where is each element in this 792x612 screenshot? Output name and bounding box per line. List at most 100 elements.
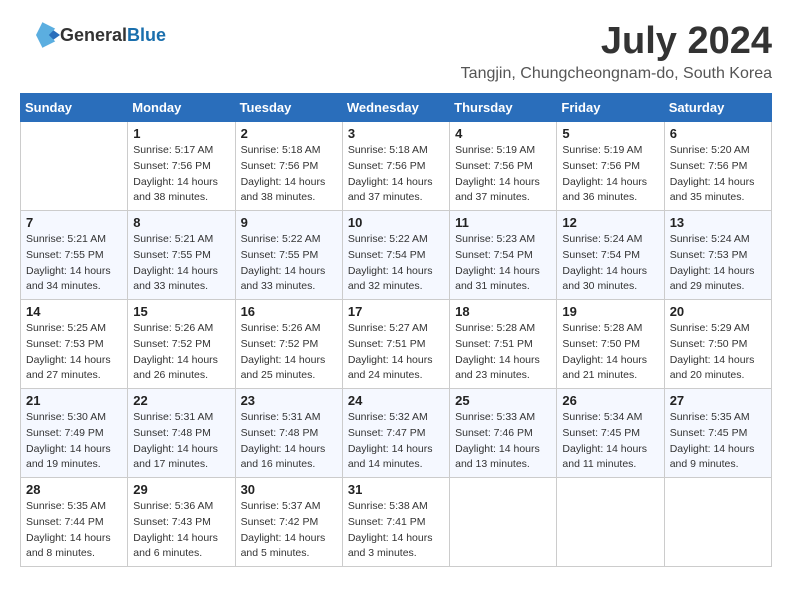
- day-info: Sunrise: 5:34 AM Sunset: 7:45 PM Dayligh…: [562, 410, 658, 473]
- day-number: 8: [133, 215, 229, 230]
- location-subtitle: Tangjin, Chungcheongnam-do, South Korea: [461, 65, 772, 83]
- day-info: Sunrise: 5:30 AM Sunset: 7:49 PM Dayligh…: [26, 410, 122, 473]
- day-info: Sunrise: 5:33 AM Sunset: 7:46 PM Dayligh…: [455, 410, 551, 473]
- table-row: 22 Sunrise: 5:31 AM Sunset: 7:48 PM Dayli…: [128, 389, 235, 478]
- table-row: 9 Sunrise: 5:22 AM Sunset: 7:55 PM Daylig…: [235, 211, 342, 300]
- day-number: 23: [241, 393, 337, 408]
- day-number: 21: [26, 393, 122, 408]
- header-friday: Friday: [557, 94, 664, 122]
- table-row: 2 Sunrise: 5:18 AM Sunset: 7:56 PM Daylig…: [235, 122, 342, 211]
- table-row: 6 Sunrise: 5:20 AM Sunset: 7:56 PM Daylig…: [664, 122, 771, 211]
- table-row: 14Sunrise: 5:25 AM Sunset: 7:53 PM Dayli…: [21, 300, 128, 389]
- day-info: Sunrise: 5:22 AM Sunset: 7:55 PM Dayligh…: [241, 232, 337, 295]
- day-info: Sunrise: 5:26 AM Sunset: 7:52 PM Dayligh…: [241, 321, 337, 384]
- day-number: 29: [133, 482, 229, 497]
- day-info: Sunrise: 5:21 AM Sunset: 7:55 PM Dayligh…: [133, 232, 229, 295]
- table-row: 10Sunrise: 5:22 AM Sunset: 7:54 PM Dayli…: [342, 211, 449, 300]
- day-number: 6: [670, 126, 766, 141]
- table-row: 13 Sunrise: 5:24 AM Sunset: 7:53 PM Dayli…: [664, 211, 771, 300]
- header-tuesday: Tuesday: [235, 94, 342, 122]
- day-info: Sunrise: 5:28 AM Sunset: 7:51 PM Dayligh…: [455, 321, 551, 384]
- table-row: 5 Sunrise: 5:19 AM Sunset: 7:56 PM Daylig…: [557, 122, 664, 211]
- table-row: [664, 478, 771, 567]
- day-info: Sunrise: 5:24 AM Sunset: 7:54 PM Dayligh…: [562, 232, 658, 295]
- header-wednesday: Wednesday: [342, 94, 449, 122]
- table-row: 7 Sunrise: 5:21 AM Sunset: 7:55 PM Daylig…: [21, 211, 128, 300]
- title-block: July 2024 Tangjin, Chungcheongnam-do, So…: [461, 20, 772, 83]
- logo-blue: Blue: [127, 25, 166, 45]
- day-number: 7: [26, 215, 122, 230]
- table-row: 8 Sunrise: 5:21 AM Sunset: 7:55 PM Daylig…: [128, 211, 235, 300]
- day-number: 19: [562, 304, 658, 319]
- day-number: 9: [241, 215, 337, 230]
- page-header: GeneralBlue July 2024 Tangjin, Chungcheo…: [20, 20, 772, 83]
- day-info: Sunrise: 5:25 AM Sunset: 7:53 PM Dayligh…: [26, 321, 122, 384]
- table-row: 29 Sunrise: 5:36 AM Sunset: 7:43 PM Dayli…: [128, 478, 235, 567]
- table-row: 12 Sunrise: 5:24 AM Sunset: 7:54 PM Dayli…: [557, 211, 664, 300]
- table-row: 1Sunrise: 5:17 AM Sunset: 7:56 PM Daylig…: [128, 122, 235, 211]
- calendar-week-row: 21 Sunrise: 5:30 AM Sunset: 7:49 PM Dayli…: [21, 389, 772, 478]
- table-row: 17Sunrise: 5:27 AM Sunset: 7:51 PM Dayli…: [342, 300, 449, 389]
- day-info: Sunrise: 5:28 AM Sunset: 7:50 PM Dayligh…: [562, 321, 658, 384]
- day-info: Sunrise: 5:37 AM Sunset: 7:42 PM Dayligh…: [241, 499, 337, 562]
- day-info: Sunrise: 5:31 AM Sunset: 7:48 PM Dayligh…: [133, 410, 229, 473]
- day-number: 31: [348, 482, 444, 497]
- day-info: Sunrise: 5:35 AM Sunset: 7:45 PM Dayligh…: [670, 410, 766, 473]
- table-row: 28 Sunrise: 5:35 AM Sunset: 7:44 PM Dayli…: [21, 478, 128, 567]
- logo: GeneralBlue: [20, 20, 166, 50]
- day-number: 17: [348, 304, 444, 319]
- day-number: 12: [562, 215, 658, 230]
- table-row: 30 Sunrise: 5:37 AM Sunset: 7:42 PM Dayli…: [235, 478, 342, 567]
- table-row: 24Sunrise: 5:32 AM Sunset: 7:47 PM Dayli…: [342, 389, 449, 478]
- day-info: Sunrise: 5:23 AM Sunset: 7:54 PM Dayligh…: [455, 232, 551, 295]
- day-number: 20: [670, 304, 766, 319]
- table-row: 19 Sunrise: 5:28 AM Sunset: 7:50 PM Dayli…: [557, 300, 664, 389]
- header-monday: Monday: [128, 94, 235, 122]
- table-row: 15 Sunrise: 5:26 AM Sunset: 7:52 PM Dayli…: [128, 300, 235, 389]
- table-row: 16 Sunrise: 5:26 AM Sunset: 7:52 PM Dayli…: [235, 300, 342, 389]
- table-row: 23 Sunrise: 5:31 AM Sunset: 7:48 PM Dayli…: [235, 389, 342, 478]
- header-thursday: Thursday: [450, 94, 557, 122]
- day-number: 10: [348, 215, 444, 230]
- day-info: Sunrise: 5:18 AM Sunset: 7:56 PM Dayligh…: [348, 143, 444, 206]
- day-number: 3: [348, 126, 444, 141]
- day-info: Sunrise: 5:26 AM Sunset: 7:52 PM Dayligh…: [133, 321, 229, 384]
- day-number: 5: [562, 126, 658, 141]
- day-info: Sunrise: 5:21 AM Sunset: 7:55 PM Dayligh…: [26, 232, 122, 295]
- table-row: 3 Sunrise: 5:18 AM Sunset: 7:56 PM Daylig…: [342, 122, 449, 211]
- table-row: [21, 122, 128, 211]
- day-info: Sunrise: 5:20 AM Sunset: 7:56 PM Dayligh…: [670, 143, 766, 206]
- day-number: 30: [241, 482, 337, 497]
- calendar-header-row: Sunday Monday Tuesday Wednesday Thursday…: [21, 94, 772, 122]
- calendar-week-row: 7 Sunrise: 5:21 AM Sunset: 7:55 PM Daylig…: [21, 211, 772, 300]
- logo-general: General: [60, 25, 127, 45]
- day-info: Sunrise: 5:31 AM Sunset: 7:48 PM Dayligh…: [241, 410, 337, 473]
- day-number: 2: [241, 126, 337, 141]
- calendar-week-row: 1Sunrise: 5:17 AM Sunset: 7:56 PM Daylig…: [21, 122, 772, 211]
- day-number: 1: [133, 126, 229, 141]
- day-info: Sunrise: 5:36 AM Sunset: 7:43 PM Dayligh…: [133, 499, 229, 562]
- day-info: Sunrise: 5:32 AM Sunset: 7:47 PM Dayligh…: [348, 410, 444, 473]
- day-info: Sunrise: 5:19 AM Sunset: 7:56 PM Dayligh…: [455, 143, 551, 206]
- day-info: Sunrise: 5:19 AM Sunset: 7:56 PM Dayligh…: [562, 143, 658, 206]
- table-row: 18Sunrise: 5:28 AM Sunset: 7:51 PM Dayli…: [450, 300, 557, 389]
- day-info: Sunrise: 5:24 AM Sunset: 7:53 PM Dayligh…: [670, 232, 766, 295]
- day-number: 28: [26, 482, 122, 497]
- day-info: Sunrise: 5:29 AM Sunset: 7:50 PM Dayligh…: [670, 321, 766, 384]
- table-row: 20 Sunrise: 5:29 AM Sunset: 7:50 PM Dayli…: [664, 300, 771, 389]
- day-number: 15: [133, 304, 229, 319]
- day-number: 13: [670, 215, 766, 230]
- month-year-title: July 2024: [461, 20, 772, 63]
- table-row: 25Sunrise: 5:33 AM Sunset: 7:46 PM Dayli…: [450, 389, 557, 478]
- table-row: [450, 478, 557, 567]
- day-info: Sunrise: 5:35 AM Sunset: 7:44 PM Dayligh…: [26, 499, 122, 562]
- day-info: Sunrise: 5:18 AM Sunset: 7:56 PM Dayligh…: [241, 143, 337, 206]
- calendar-week-row: 28 Sunrise: 5:35 AM Sunset: 7:44 PM Dayli…: [21, 478, 772, 567]
- day-number: 16: [241, 304, 337, 319]
- day-info: Sunrise: 5:38 AM Sunset: 7:41 PM Dayligh…: [348, 499, 444, 562]
- day-number: 27: [670, 393, 766, 408]
- header-saturday: Saturday: [664, 94, 771, 122]
- day-number: 22: [133, 393, 229, 408]
- table-row: [557, 478, 664, 567]
- table-row: 26Sunrise: 5:34 AM Sunset: 7:45 PM Dayli…: [557, 389, 664, 478]
